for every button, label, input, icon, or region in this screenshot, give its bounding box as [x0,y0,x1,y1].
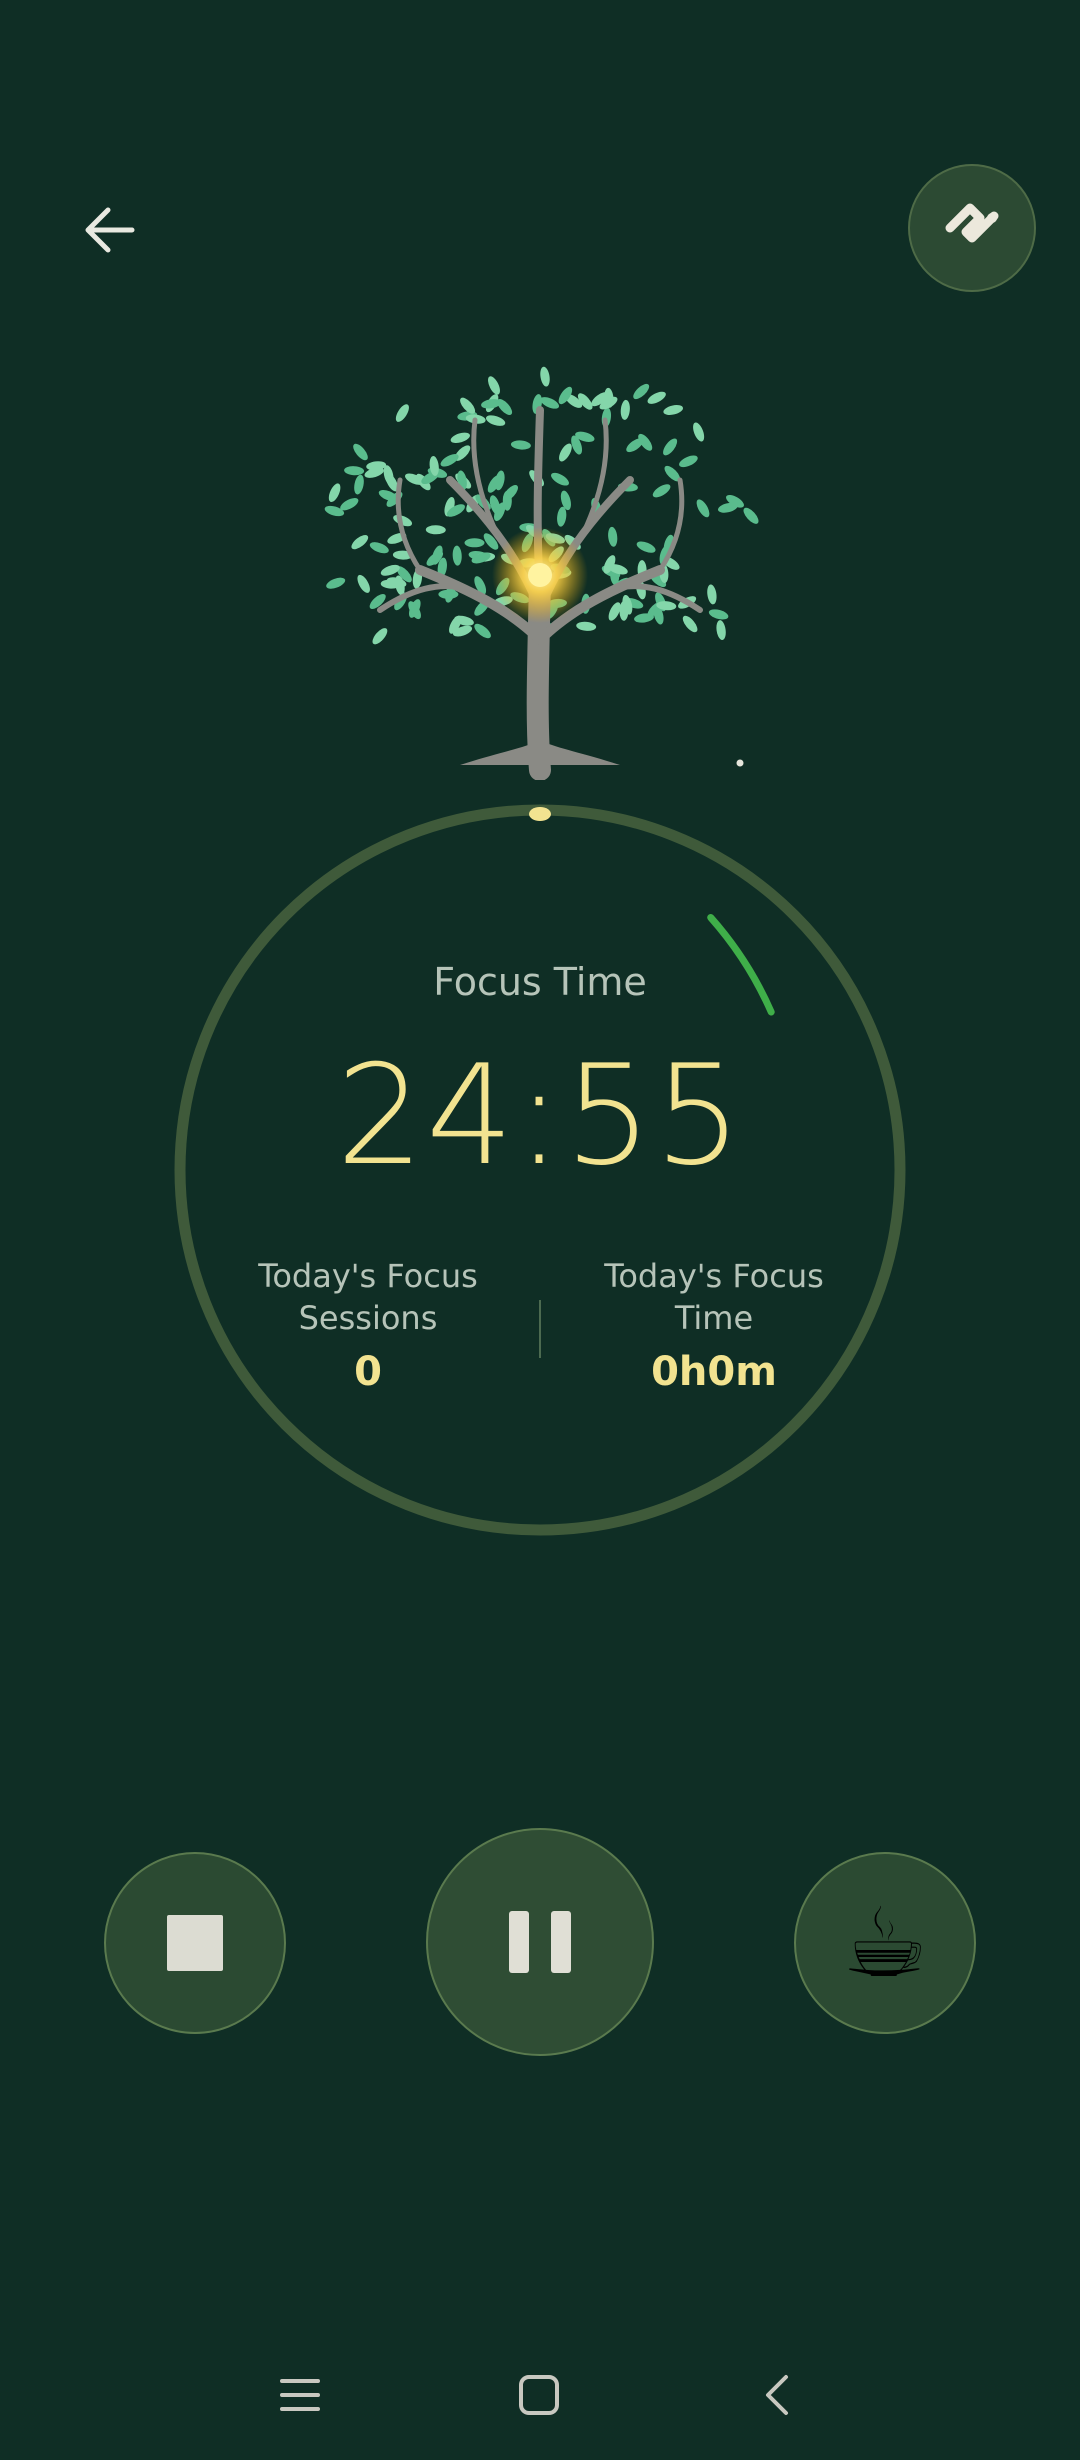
arrow-left-icon [85,207,135,253]
focus-time-label: Focus Time [433,960,647,1004]
countdown-display: 24:55 [336,1035,744,1196]
break-button[interactable]: ☕ [794,1852,976,2034]
nav-back-icon [766,2375,788,2415]
system-nav-bar [0,2340,1080,2450]
sessions-label-line2: Sessions [298,1299,438,1337]
sessions-label-line1: Today's Focus [258,1257,478,1295]
stop-icon [167,1915,223,1971]
glowing-tree-icon [324,366,759,781]
recents-icon [280,2379,320,2411]
coffee-cup-icon: ☕ [841,1887,929,1999]
focus-timer-screen: Focus Time 24:55 Today's Focus Sessions … [0,0,1080,2460]
stop-button[interactable] [104,1852,286,2034]
timer-marker [529,807,551,821]
mode-toggle-button[interactable] [908,164,1036,292]
pause-button[interactable] [426,1828,654,2056]
home-icon [519,2375,559,2415]
nav-back-button[interactable] [718,2340,838,2450]
focus-time-total: 0h0m [651,1349,777,1395]
stats-divider [539,1300,541,1358]
sessions-count: 0 [354,1349,382,1395]
time-label-line2: Time [674,1299,754,1337]
focus-time-stat: Today's Focus Time 0h0m [564,1255,864,1395]
back-button[interactable] [60,180,160,280]
time-label-line1: Today's Focus [604,1257,824,1295]
recents-button[interactable] [240,2340,360,2450]
pause-icon [509,1911,571,1973]
diamond-toggle-icon [945,203,999,243]
sessions-stat: Today's Focus Sessions 0 [218,1255,518,1395]
tree-illustration [300,340,780,781]
home-button[interactable] [479,2340,599,2450]
